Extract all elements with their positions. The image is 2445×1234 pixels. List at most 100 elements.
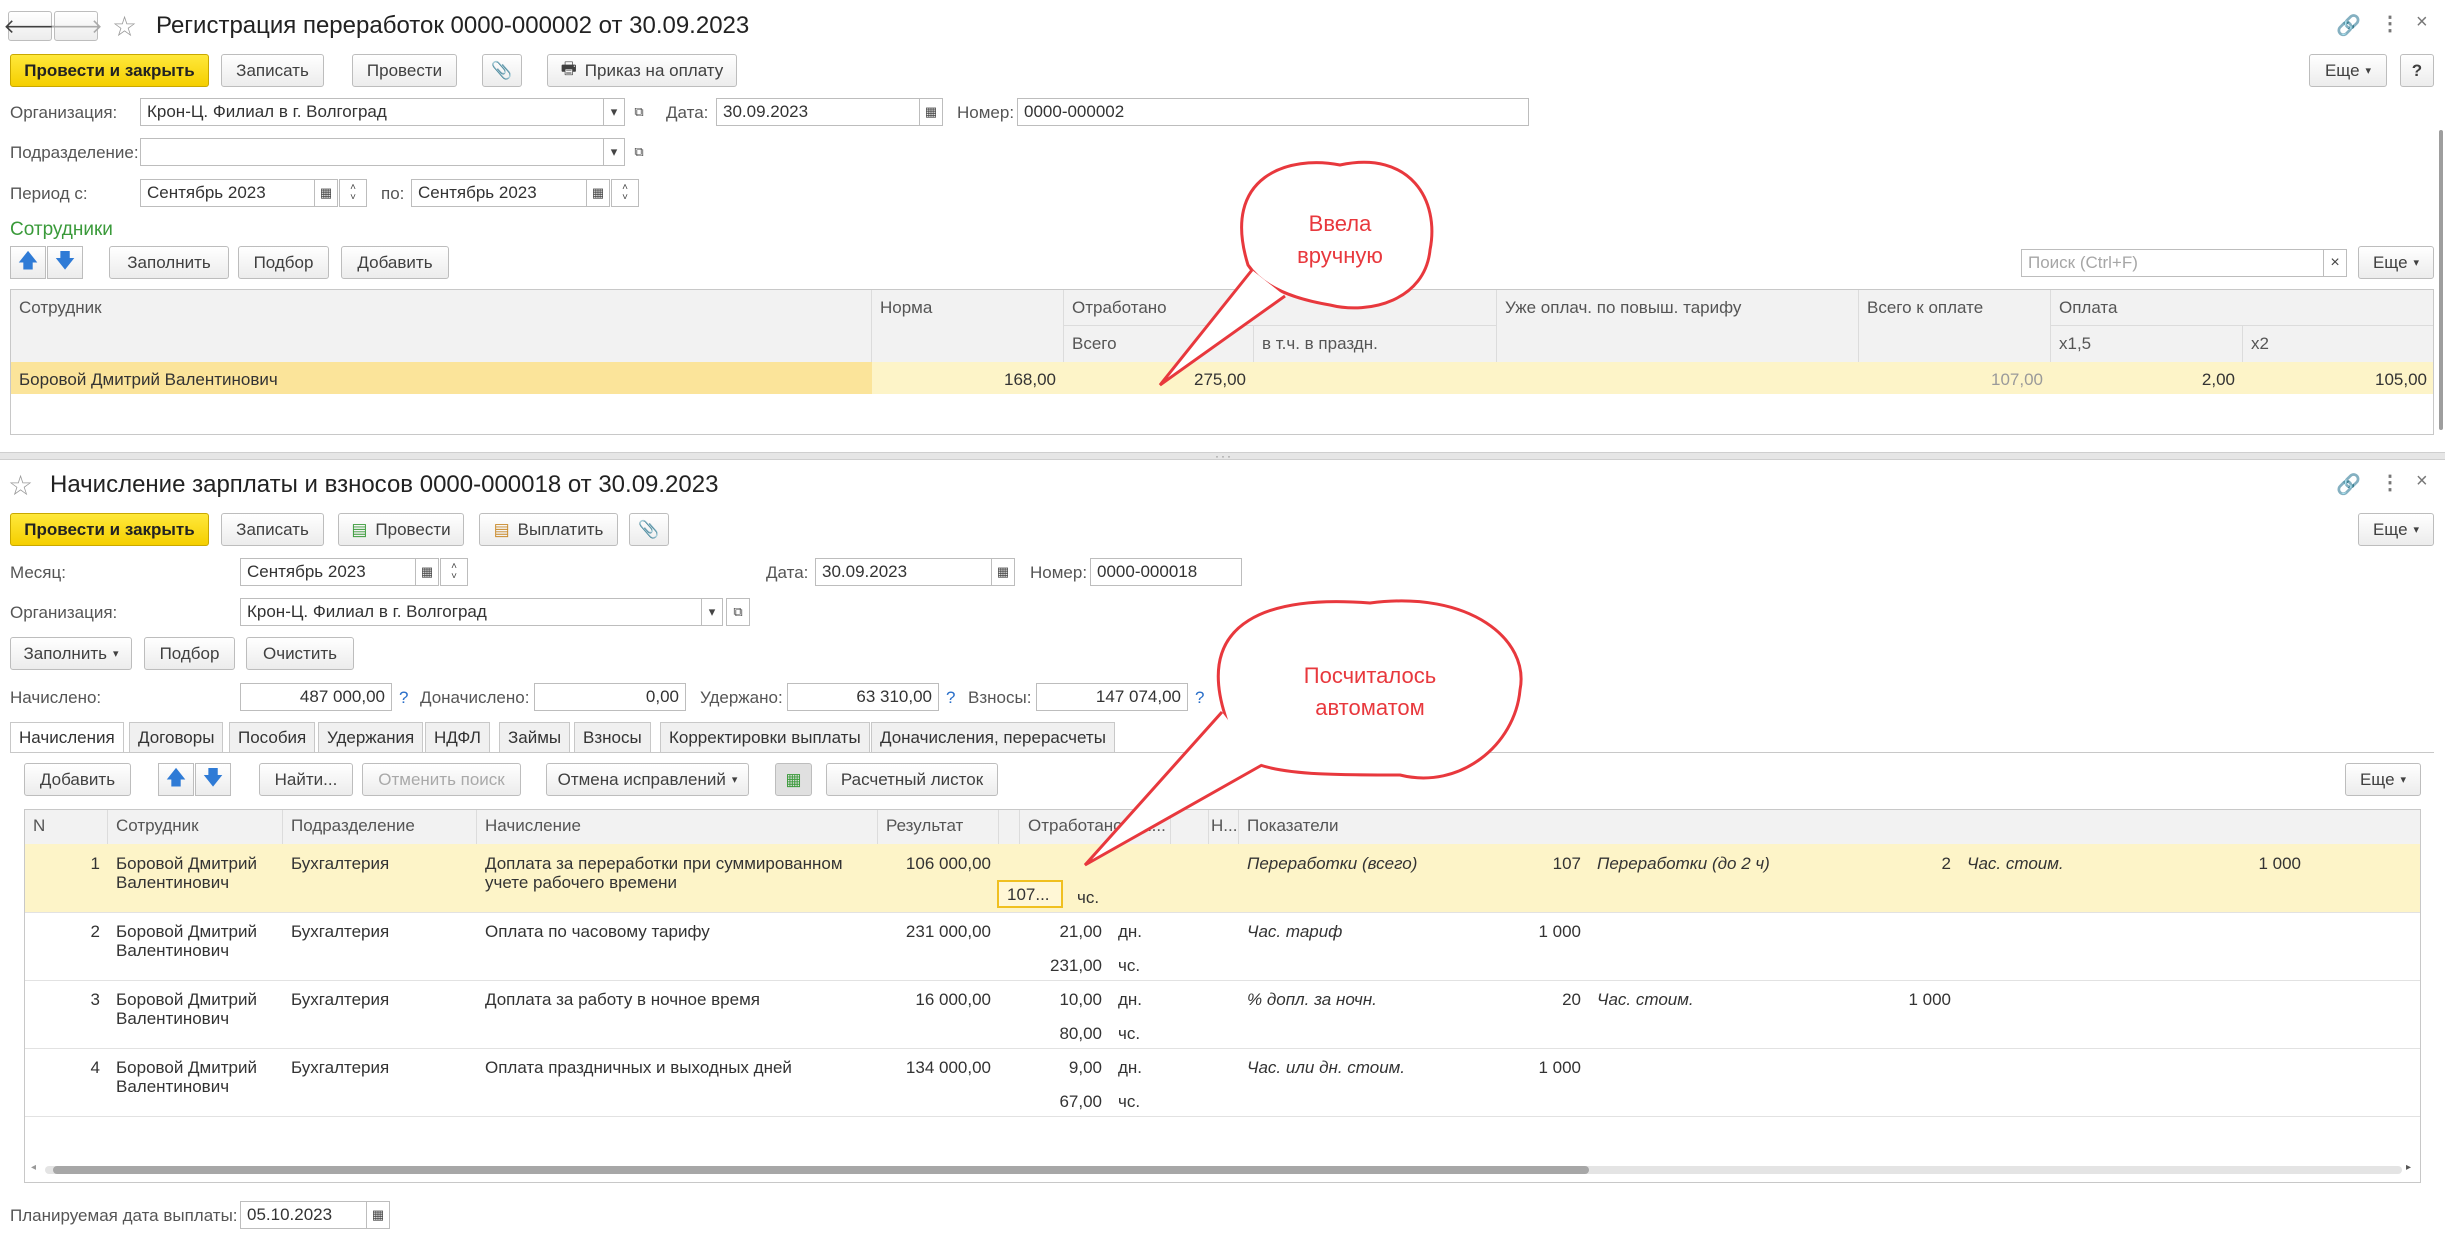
tab-accruals[interactable]: Начисления [10, 722, 124, 753]
close-icon[interactable]: × [2416, 11, 2428, 34]
indicator-value[interactable]: 1 000 [1789, 986, 1959, 1014]
clear-button[interactable]: Очистить [246, 637, 354, 670]
period-to-field[interactable]: Сентябрь 2023 [411, 179, 587, 207]
add-button[interactable]: Добавить [341, 246, 449, 279]
cell-dept[interactable]: Бухгалтерия [283, 850, 477, 878]
col-worked[interactable]: Отработано [1064, 290, 1497, 326]
cell-worked-total[interactable]: 275,00 [1064, 366, 1254, 394]
cell-n[interactable]: 2 [25, 918, 108, 946]
cell-result[interactable]: 16 000,00 [878, 986, 999, 1014]
cell-worked-hours[interactable]: 107... [999, 881, 1063, 909]
date-picker-button[interactable]: ▦ [991, 558, 1015, 586]
col-worked[interactable]: Отработано (оп... [1020, 810, 1171, 844]
cell-x15[interactable]: 2,00 [2051, 366, 2243, 394]
col-employee[interactable]: Сотрудник [11, 290, 872, 362]
cell-result[interactable]: 106 000,00 [878, 850, 999, 878]
cell-worked-days[interactable]: 10,00 [1020, 986, 1110, 1014]
attach-button[interactable]: 📎 [629, 513, 669, 546]
menu-dots-icon[interactable]: ⋮ [2380, 470, 2400, 495]
h-scrollbar-thumb[interactable] [53, 1166, 1589, 1174]
pay-order-button[interactable]: 🖶 Приказ на оплату [547, 54, 737, 87]
move-down-button[interactable]: 🡇 [195, 763, 231, 796]
col-dept[interactable]: Подразделение [283, 810, 477, 844]
pick-button[interactable]: Подбор [144, 637, 235, 670]
col-worked-total[interactable]: Всего [1064, 326, 1254, 362]
cell-accrual[interactable]: Оплата праздничных и выходных дней [477, 1054, 878, 1081]
cancel-search-button[interactable]: Отменить поиск [362, 763, 521, 796]
dept-dropdown[interactable]: ▾ [603, 138, 625, 166]
help-button[interactable]: ? [2400, 54, 2434, 87]
col-total-pay[interactable]: Всего к оплате [1859, 290, 2051, 362]
move-down-button[interactable]: 🡇 [47, 246, 83, 279]
cell-n[interactable]: 1 [25, 850, 108, 878]
planned-date-field[interactable]: 05.10.2023 [240, 1201, 367, 1229]
period-to-spinner[interactable]: ˄ ˅ [611, 179, 639, 207]
cell-worked-holiday[interactable] [1254, 366, 1497, 374]
col-worked-holiday[interactable]: в т.ч. в праздн. [1254, 326, 1497, 362]
cell-worked-days[interactable] [1020, 850, 1110, 858]
more-button[interactable]: Еще ▾ [2309, 54, 2387, 87]
back-button[interactable]: 🡐 [3, 11, 57, 41]
scroll-right-icon[interactable]: ▸ [2406, 1162, 2411, 1173]
period-to-calendar[interactable]: ▦ [586, 179, 610, 207]
cell-employee[interactable]: Боровой Дмитрий Валентинович [108, 850, 283, 896]
add-row-button[interactable]: Добавить [24, 763, 131, 796]
post-button[interactable]: Провести [352, 54, 457, 87]
cell-result[interactable]: 231 000,00 [878, 918, 999, 946]
cell-accrual[interactable]: Оплата по часовому тарифу [477, 918, 878, 945]
col-accrual[interactable]: Начисление [477, 810, 878, 844]
indicator-value[interactable]: 2 [1809, 850, 1959, 878]
cell-dept[interactable]: Бухгалтерия [283, 986, 477, 1014]
dept-open[interactable]: ⧉ [628, 138, 650, 166]
post-button[interactable]: ▤ Провести [338, 513, 464, 546]
menu-dots-icon[interactable]: ⋮ [2380, 11, 2400, 36]
move-up-button[interactable]: 🡅 [158, 763, 194, 796]
search-input[interactable]: Поиск (Ctrl+F) [2021, 249, 2325, 277]
tab-payment-corrections[interactable]: Корректировки выплаты [660, 722, 870, 752]
link-icon[interactable]: 🔗 [2336, 472, 2361, 497]
cell-worked-hours[interactable]: 231,00 [1020, 952, 1110, 980]
org-open[interactable]: ⧉ [628, 98, 650, 126]
close-icon[interactable]: × [2416, 470, 2428, 493]
accrued-help-link[interactable]: ? [399, 688, 408, 708]
tab-recalculations[interactable]: Доначисления, перерасчеты [871, 722, 1115, 752]
find-button[interactable]: Найти... [259, 763, 353, 796]
undo-fixes-button[interactable]: Отмена исправлений ▾ [546, 763, 749, 796]
tab-contributions[interactable]: Взносы [574, 722, 651, 752]
number-field[interactable]: 0000-000002 [1017, 98, 1529, 126]
period-from-field[interactable]: Сентябрь 2023 [140, 179, 315, 207]
indicator-value[interactable]: 20 [1439, 986, 1589, 1014]
indicator-value[interactable]: 1 000 [1439, 1054, 1589, 1082]
col-x15[interactable]: х1,5 [2051, 326, 2243, 362]
month-field[interactable]: Сентябрь 2023 [240, 558, 416, 586]
org-field[interactable]: Крон-Ц. Филиал в г. Волгоград [240, 598, 702, 626]
post-close-button[interactable]: Провести и закрыть [10, 54, 209, 87]
cell-dept[interactable]: Бухгалтерия [283, 1054, 477, 1082]
more-button[interactable]: Еще ▾ [2358, 513, 2434, 546]
cell-already-paid[interactable] [1497, 366, 1859, 374]
cell-norm[interactable]: 168,00 [872, 366, 1064, 394]
attach-button[interactable]: 📎 [482, 54, 522, 87]
star-icon[interactable]: ☆ [112, 10, 137, 43]
post-close-button[interactable]: Провести и закрыть [10, 513, 209, 546]
save-button[interactable]: Записать [221, 54, 324, 87]
cell-employee[interactable]: Боровой Дмитрий Валентинович [108, 986, 283, 1032]
contrib-help-link[interactable]: ? [1195, 688, 1204, 708]
grid-more-button[interactable]: Еще ▾ [2358, 246, 2434, 279]
col-x2[interactable]: х2 [2243, 326, 2433, 362]
col-already-paid[interactable]: Уже оплач. по повыш. тарифу [1497, 290, 1859, 362]
month-spinner[interactable]: ˄ ˅ [440, 558, 468, 586]
payslip-button[interactable]: Расчетный листок [826, 763, 998, 796]
cell-accrual[interactable]: Доплата за работу в ночное время [477, 986, 878, 1013]
indicator-value[interactable]: 107 [1439, 850, 1589, 878]
cell-n[interactable]: 3 [25, 986, 108, 1014]
col-result[interactable]: Результат [878, 810, 999, 844]
forward-button[interactable]: 🡒 [49, 11, 103, 41]
save-button[interactable]: Записать [221, 513, 324, 546]
number-field[interactable]: 0000-000018 [1090, 558, 1242, 586]
cell-result[interactable]: 134 000,00 [878, 1054, 999, 1082]
date-field[interactable]: 30.09.2023 [716, 98, 920, 126]
cell-worked-days[interactable]: 21,00 [1020, 918, 1110, 946]
pick-button[interactable]: Подбор [238, 246, 329, 279]
search-clear-button[interactable]: × [2323, 249, 2347, 277]
